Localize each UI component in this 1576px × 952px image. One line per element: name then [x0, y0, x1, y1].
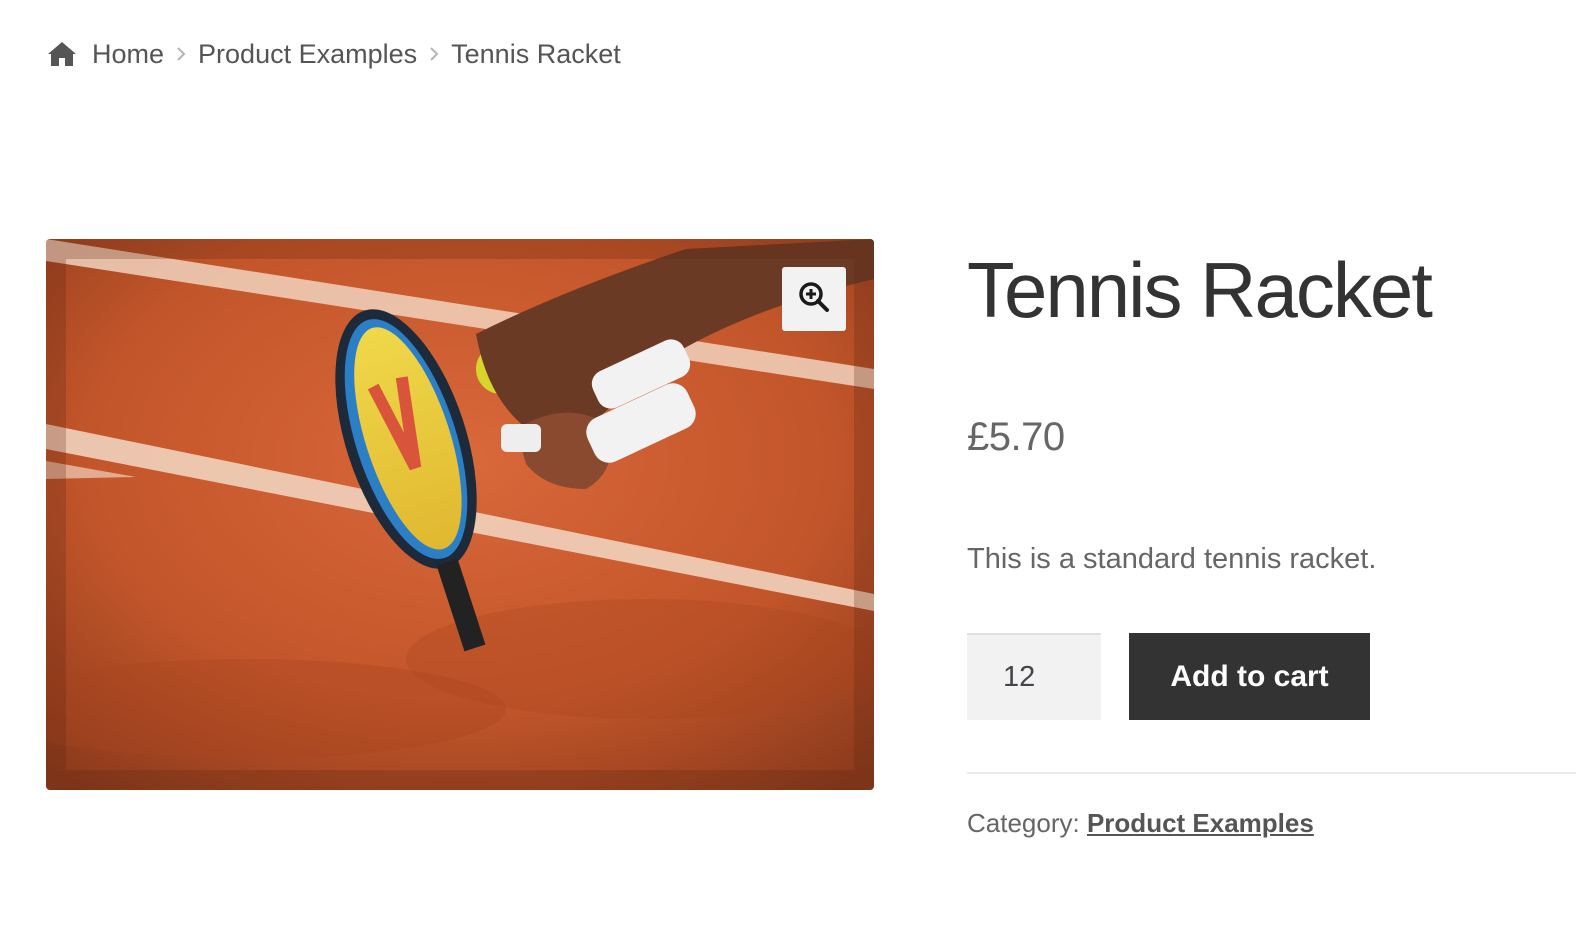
divider — [967, 772, 1576, 774]
breadcrumb-current: Tennis Racket — [451, 38, 621, 69]
quantity-input[interactable] — [967, 633, 1101, 720]
zoom-button[interactable] — [782, 267, 846, 331]
product-description: This is a standard tennis racket. — [967, 543, 1377, 575]
chevron-right-icon — [176, 47, 186, 61]
product-image[interactable] — [46, 239, 874, 790]
home-icon[interactable] — [46, 40, 78, 68]
chevron-right-icon — [429, 47, 439, 61]
add-to-cart-button[interactable]: Add to cart — [1129, 633, 1370, 720]
category-link[interactable]: Product Examples — [1087, 808, 1314, 838]
tennis-photo — [46, 239, 874, 790]
breadcrumb: Home Product Examples Tennis Racket — [46, 36, 621, 72]
add-to-cart-form: Add to cart — [967, 633, 1370, 720]
product-price: £5.70 — [967, 415, 1065, 459]
category-label: Category: — [967, 808, 1080, 838]
product-title: Tennis Racket — [967, 246, 1433, 334]
zoom-in-icon — [798, 281, 830, 318]
breadcrumb-home-link[interactable]: Home — [92, 39, 164, 70]
product-summary: Tennis Racket £5.70 This is a standard t… — [967, 240, 1576, 838]
product-meta: Category: Product Examples — [967, 808, 1314, 839]
breadcrumb-category-link[interactable]: Product Examples — [198, 39, 417, 70]
